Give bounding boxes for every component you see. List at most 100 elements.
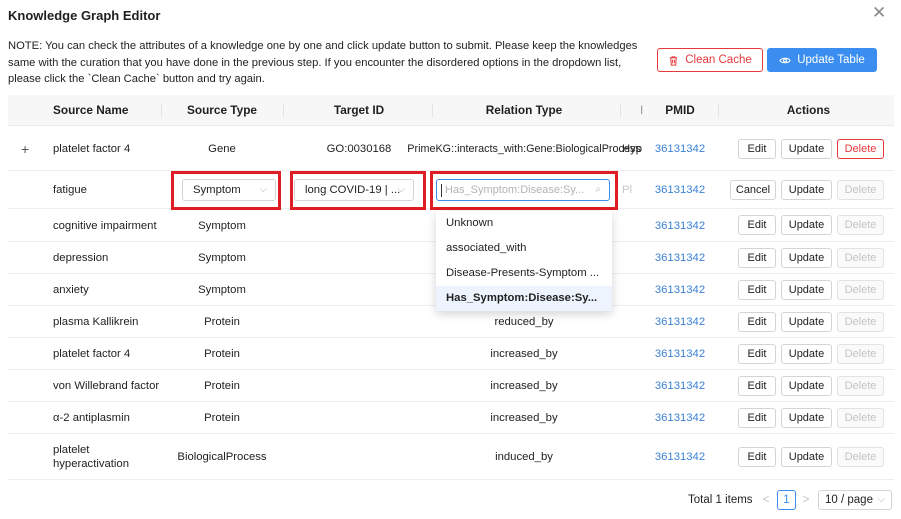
relation-type: increased_by: [490, 412, 558, 424]
pmid-link[interactable]: 36131342: [650, 242, 710, 274]
update-table-button[interactable]: Update Table: [767, 48, 877, 72]
table-row: + platelet factor 4 Gene GO:0030168 Prim…: [8, 127, 894, 171]
delete-button: Delete: [837, 343, 884, 364]
dialog-title: Knowledge Graph Editor: [8, 8, 161, 23]
source-name: cognitive impairment: [53, 219, 157, 232]
source-type: Symptom: [198, 219, 246, 232]
dropdown-option[interactable]: Unknown: [436, 211, 612, 236]
source-name: α-2 antiplasmin: [53, 412, 130, 424]
source-type: Gene: [208, 143, 236, 155]
update-button[interactable]: Update: [781, 179, 832, 200]
header-divider: [283, 104, 284, 117]
update-button[interactable]: Update: [781, 407, 832, 428]
highlight-box-source-type: [171, 171, 281, 210]
relation-type: increased_by: [490, 380, 558, 392]
header-divider: [718, 104, 719, 117]
dropdown-option[interactable]: Disease-Presents-Symptom ...: [436, 261, 612, 286]
update-button[interactable]: Update: [781, 343, 832, 364]
edit-button[interactable]: Edit: [738, 446, 776, 467]
close-icon[interactable]: ✕: [872, 4, 886, 22]
source-type: Symptom: [198, 284, 246, 296]
delete-button: Delete: [837, 446, 884, 467]
update-button[interactable]: Update: [781, 375, 832, 396]
page-size-value: 10 / page: [825, 494, 873, 506]
delete-button: Delete: [837, 215, 884, 235]
edit-button[interactable]: Edit: [738, 311, 776, 332]
relation-type-dropdown: Unknown associated_with Disease-Presents…: [436, 211, 612, 311]
pmid-link[interactable]: 36131342: [650, 209, 710, 242]
source-name: plasma Kallikrein: [53, 316, 139, 328]
pmid-link[interactable]: 36131342: [650, 434, 710, 480]
source-type: BiologicalProcess: [177, 451, 267, 463]
update-button[interactable]: Update: [781, 311, 832, 332]
col-relation-type: Relation Type: [485, 103, 563, 117]
edit-button[interactable]: Edit: [738, 247, 776, 268]
source-type: Protein: [204, 316, 240, 328]
page-1-button[interactable]: 1: [777, 490, 796, 510]
pagination-total: Total 1 items: [688, 494, 753, 506]
expand-row-icon[interactable]: +: [21, 141, 29, 157]
highlight-box-target-id: [290, 171, 426, 210]
chevron-down-icon: ⌵: [877, 494, 885, 505]
pmid-link[interactable]: 36131342: [650, 274, 710, 306]
update-button[interactable]: Update: [781, 215, 832, 235]
edit-button[interactable]: Edit: [738, 343, 776, 364]
trash-icon: [670, 55, 678, 66]
clean-cache-button[interactable]: Clean Cache: [657, 48, 763, 72]
source-type: Protein: [204, 348, 240, 360]
source-name: anxiety: [53, 284, 89, 296]
cancel-button[interactable]: Cancel: [730, 179, 776, 200]
col-pmid: PMID: [665, 103, 695, 117]
next-page-button[interactable]: >: [800, 490, 812, 510]
relation-type: PrimeKG::interacts_with:Gene:BiologicalP…: [407, 143, 641, 155]
col-source-name: Source Name: [53, 103, 129, 117]
relation-type: increased_by: [490, 348, 558, 360]
delete-button: Delete: [837, 375, 884, 396]
table-row: von Willebrand factor Protein increased_…: [8, 370, 894, 402]
update-button[interactable]: Update: [781, 279, 832, 300]
edit-button[interactable]: Edit: [738, 407, 776, 428]
source-name: von Willebrand factor: [53, 380, 160, 392]
table-header: Source Name Source Type Target ID Relati…: [8, 95, 894, 126]
source-name: fatigue: [53, 184, 87, 196]
pmid-link[interactable]: 36131342: [650, 127, 710, 171]
col-target-id: Target ID: [333, 103, 385, 117]
edit-button[interactable]: Edit: [738, 279, 776, 300]
col-truncated: I: [640, 103, 644, 117]
header-divider: [161, 104, 162, 117]
clean-cache-label: Clean Cache: [685, 54, 752, 66]
update-button[interactable]: Update: [781, 138, 832, 159]
update-button[interactable]: Update: [781, 247, 832, 268]
delete-button: Delete: [837, 247, 884, 268]
dropdown-option[interactable]: associated_with: [436, 236, 612, 261]
delete-button: Delete: [837, 179, 884, 200]
edit-button[interactable]: Edit: [738, 375, 776, 396]
truncated-cell: Hyp: [622, 143, 643, 155]
pmid-link[interactable]: 36131342: [650, 171, 710, 209]
table-row: platelet factor 4 Protein increased_by 3…: [8, 338, 894, 370]
delete-button: Delete: [837, 407, 884, 428]
delete-button[interactable]: Delete: [837, 138, 884, 159]
pmid-link[interactable]: 36131342: [650, 402, 710, 434]
edit-button[interactable]: Edit: [738, 138, 776, 159]
source-type: Symptom: [198, 252, 246, 264]
knowledge-graph-editor-dialog: Knowledge Graph Editor ✕ NOTE: You can c…: [0, 0, 901, 519]
dropdown-option-selected[interactable]: Has_Symptom:Disease:Sy...: [436, 286, 612, 311]
source-type: Protein: [204, 380, 240, 392]
pmid-link[interactable]: 36131342: [650, 338, 710, 370]
source-type: Protein: [204, 412, 240, 424]
relation-type: induced_by: [495, 451, 553, 463]
header-divider: [620, 104, 621, 117]
pmid-link[interactable]: 36131342: [650, 370, 710, 402]
page-size-select[interactable]: 10 / page ⌵: [818, 490, 892, 510]
source-name: platelet hyperactivation: [53, 444, 129, 470]
update-button[interactable]: Update: [781, 446, 832, 467]
edit-button[interactable]: Edit: [738, 215, 776, 235]
eye-icon: [779, 57, 791, 63]
highlight-box-relation-type: [430, 171, 618, 210]
prev-page-button[interactable]: <: [760, 490, 772, 510]
truncated-cell: Pl: [622, 184, 633, 196]
pmid-link[interactable]: 36131342: [650, 306, 710, 338]
col-actions: Actions: [786, 103, 831, 117]
delete-button: Delete: [837, 311, 884, 332]
